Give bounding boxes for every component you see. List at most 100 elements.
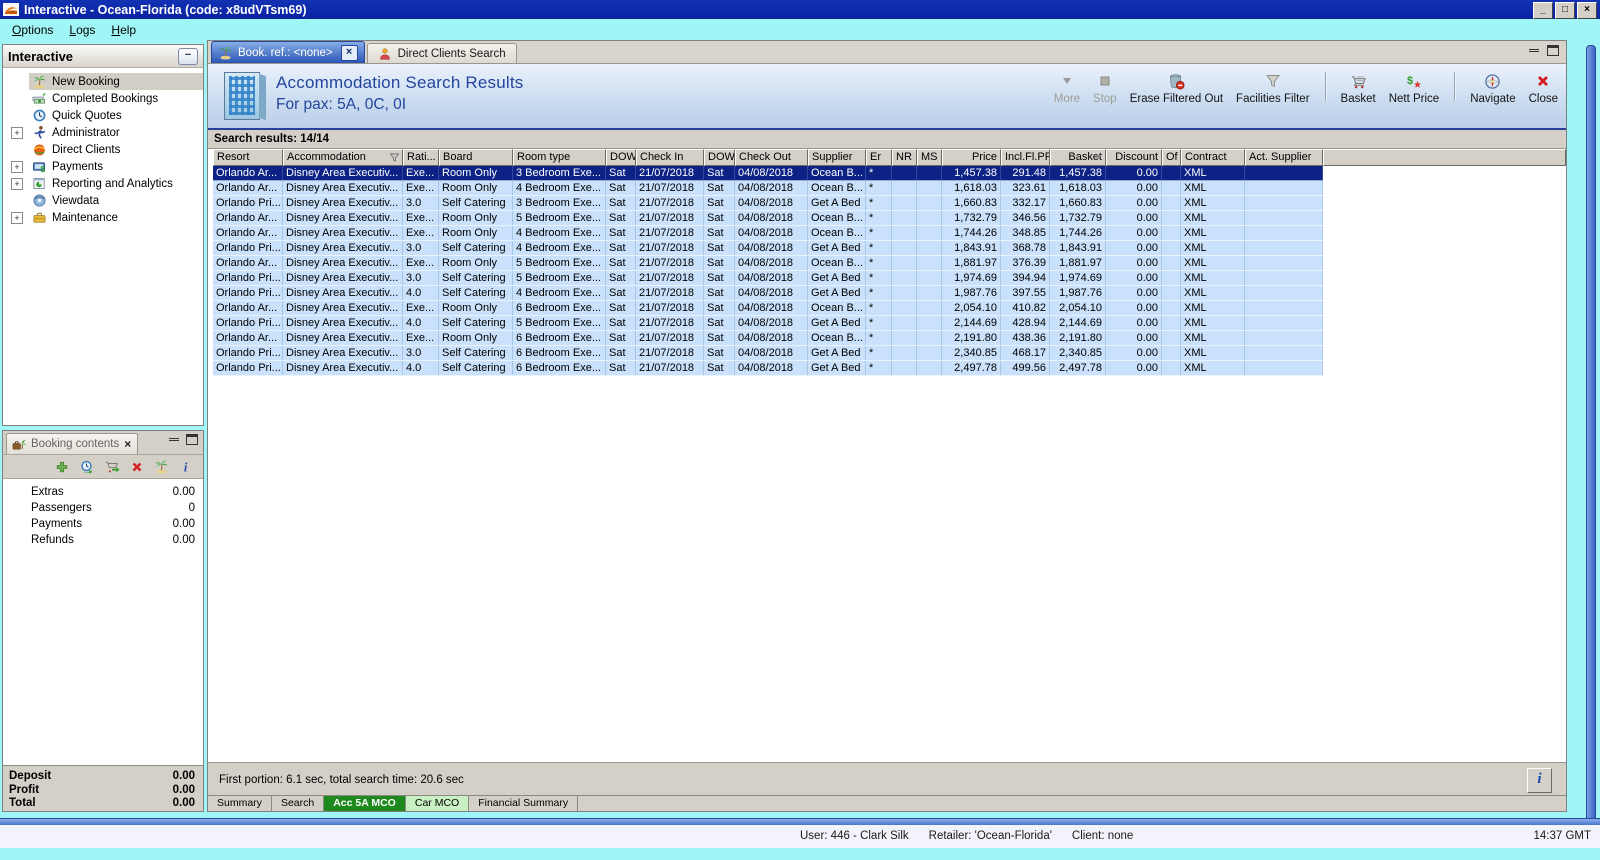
- sidebar-item-administrator[interactable]: + Administrator: [3, 124, 203, 141]
- minimize-panel-icon[interactable]: [167, 434, 181, 446]
- nett-price-button[interactable]: $ Nett Price: [1389, 71, 1440, 105]
- table-row[interactable]: Orlando Ar... Disney Area Executiv... Exe.…: [213, 211, 1323, 226]
- sidebar-item-reporting-and-analytics[interactable]: + Reporting and Analytics: [3, 175, 203, 192]
- sidebar-item-new-booking[interactable]: New Booking: [3, 73, 203, 90]
- table-row[interactable]: Orlando Ar... Disney Area Executiv... Exe.…: [213, 301, 1323, 316]
- maximize-panel-icon[interactable]: [185, 434, 199, 446]
- table-row[interactable]: Orlando Pri... Disney Area Executiv... 3.0…: [213, 241, 1323, 256]
- sidebar-item-completed-bookings[interactable]: Completed Bookings: [3, 90, 203, 107]
- add-item-button[interactable]: [55, 460, 69, 474]
- sidebar-item-payments[interactable]: + $ Payments: [3, 158, 203, 175]
- tab-financial-summary[interactable]: Financial Summary: [469, 796, 579, 811]
- column-header-resort[interactable]: Resort: [213, 149, 283, 166]
- cell-dow: Sat: [606, 361, 636, 375]
- cell-room-type: 6 Bedroom Exe...: [513, 346, 606, 360]
- table-row[interactable]: Orlando Ar... Disney Area Executiv... Exe.…: [213, 331, 1323, 346]
- cell-contract: XML: [1181, 241, 1245, 255]
- minimize-panel-icon[interactable]: [1527, 45, 1541, 57]
- tab-acc-5a-mco[interactable]: Acc 5A MCO: [324, 796, 406, 811]
- table-row[interactable]: Orlando Pri... Disney Area Executiv... 4.0…: [213, 316, 1323, 331]
- table-row[interactable]: Orlando Ar... Disney Area Executiv... Exe.…: [213, 166, 1323, 181]
- column-header-ms[interactable]: MS: [917, 149, 942, 166]
- collapse-panel-button[interactable]: −: [178, 47, 198, 65]
- menu-item-options[interactable]: Options: [4, 21, 61, 39]
- tab-direct-clients-search[interactable]: Direct Clients Search: [366, 43, 517, 63]
- sidebar-item-label: Reporting and Analytics: [52, 177, 173, 190]
- tab-search[interactable]: Search: [272, 796, 325, 811]
- sidebar-item-quick-quotes[interactable]: Quick Quotes: [3, 107, 203, 124]
- sidebar-item-viewdata[interactable]: Viewdata: [3, 192, 203, 209]
- maximize-panel-icon[interactable]: [1546, 45, 1560, 57]
- cell-basket: 1,843.91: [1050, 241, 1106, 255]
- expand-icon[interactable]: +: [11, 177, 23, 190]
- expand-icon[interactable]: +: [11, 160, 23, 173]
- column-header-of[interactable]: Of: [1162, 149, 1181, 166]
- cell-contract: XML: [1181, 301, 1245, 315]
- erase-filtered-out-button[interactable]: Erase Filtered Out: [1130, 71, 1223, 105]
- tab-summary[interactable]: Summary: [208, 796, 272, 811]
- refresh-button[interactable]: [79, 459, 94, 474]
- column-header-check-out[interactable]: Check Out: [735, 149, 808, 166]
- navigate-button[interactable]: Navigate: [1470, 71, 1516, 105]
- column-header-room-type[interactable]: Room type: [513, 149, 606, 166]
- column-header-er[interactable]: Er: [866, 149, 892, 166]
- info-button[interactable]: i: [1527, 768, 1552, 793]
- table-row[interactable]: Orlando Ar... Disney Area Executiv... Exe.…: [213, 256, 1323, 271]
- minimize-button[interactable]: _: [1533, 2, 1553, 19]
- move-to-basket-button[interactable]: [104, 460, 120, 474]
- column-header-price[interactable]: Price: [942, 149, 1001, 166]
- column-header-dow[interactable]: DOW: [606, 149, 636, 166]
- column-header-board[interactable]: Board: [439, 149, 513, 166]
- cell-dow: Sat: [606, 196, 636, 210]
- results-toolbar: More Stop Erase Filtered Out Facilities Fil…: [1054, 71, 1558, 105]
- column-header-incl-fl-pp[interactable]: Incl.Fl.PP: [1001, 149, 1050, 166]
- sidebar-item-maintenance[interactable]: + Maintenance: [3, 209, 203, 226]
- info-button[interactable]: i: [179, 460, 193, 474]
- expand-icon[interactable]: +: [11, 211, 23, 224]
- column-header-accommodation[interactable]: Accommodation: [283, 149, 403, 166]
- column-header-act-supplier[interactable]: Act. Supplier: [1245, 149, 1323, 166]
- booking-button[interactable]: [154, 459, 169, 474]
- vertical-scrollbar[interactable]: [1586, 45, 1596, 823]
- close-button[interactable]: Close: [1529, 71, 1558, 105]
- table-row[interactable]: Orlando Pri... Disney Area Executiv... 3.0…: [213, 271, 1323, 286]
- column-header-supplier[interactable]: Supplier: [808, 149, 866, 166]
- cell-price: 2,191.80: [942, 331, 1001, 345]
- column-header-rati[interactable]: Rati...: [403, 149, 439, 166]
- sidebar-item-label: Quick Quotes: [52, 109, 122, 122]
- expand-icon[interactable]: +: [11, 126, 23, 139]
- close-tab-icon[interactable]: ×: [340, 44, 358, 61]
- booking-item-value: 0: [188, 502, 195, 514]
- close-button[interactable]: ×: [1577, 2, 1597, 19]
- facilities-filter-button[interactable]: Facilities Filter: [1236, 71, 1310, 105]
- table-row[interactable]: Orlando Pri... Disney Area Executiv... 3.0…: [213, 346, 1323, 361]
- table-row[interactable]: Orlando Pri... Disney Area Executiv... 4.0…: [213, 361, 1323, 376]
- cell-room-type: 4 Bedroom Exe...: [513, 181, 606, 195]
- column-header-dow[interactable]: DOW: [704, 149, 735, 166]
- column-header-contract[interactable]: Contract: [1181, 149, 1245, 166]
- basket-button[interactable]: Basket: [1341, 71, 1376, 105]
- column-header-discount[interactable]: Discount: [1106, 149, 1162, 166]
- status-client: Client: none: [1071, 830, 1134, 842]
- cell-room-type: 6 Bedroom Exe...: [513, 331, 606, 345]
- column-header-nr[interactable]: NR: [892, 149, 917, 166]
- table-row[interactable]: Orlando Pri... Disney Area Executiv... 4.0…: [213, 286, 1323, 301]
- close-booking-contents-icon[interactable]: ×: [123, 437, 132, 451]
- tab-car-mco[interactable]: Car MCO: [405, 796, 470, 811]
- table-row[interactable]: Orlando Ar... Disney Area Executiv... Exe.…: [213, 181, 1323, 196]
- delete-item-button[interactable]: [130, 460, 144, 474]
- menu-item-logs[interactable]: Logs: [61, 21, 103, 39]
- column-header-check-in[interactable]: Check In: [636, 149, 704, 166]
- cell-contract: XML: [1181, 166, 1245, 180]
- sidebar-item-direct-clients[interactable]: Direct Clients: [3, 141, 203, 158]
- cell-supplier: Ocean B...: [808, 256, 866, 270]
- tab-booking-contents[interactable]: Booking contents ×: [6, 433, 139, 454]
- table-row[interactable]: Orlando Ar... Disney Area Executiv... Exe.…: [213, 226, 1323, 241]
- maximize-button[interactable]: □: [1555, 2, 1575, 19]
- table-row[interactable]: Orlando Pri... Disney Area Executiv... 3.0…: [213, 196, 1323, 211]
- cell-er: *: [866, 286, 892, 300]
- column-header-basket[interactable]: Basket: [1050, 149, 1106, 166]
- menu-item-help[interactable]: Help: [103, 21, 144, 39]
- svg-text:$: $: [1407, 75, 1413, 87]
- tab-booking-ref[interactable]: Book. ref.: <none> ×: [211, 41, 365, 63]
